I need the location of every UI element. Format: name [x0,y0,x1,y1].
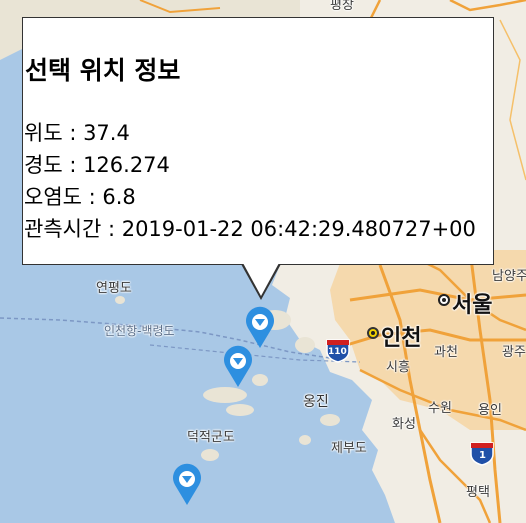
highway-shield-110-label: 110 [328,347,347,357]
sea-route-label: 인천항-백령도 [104,324,175,338]
measurement-marker-1-icon[interactable] [244,306,276,350]
place-label-gwangju: 광주 [502,345,526,360]
measurement-marker-3-icon[interactable] [171,463,203,507]
highway-shield-1-label: 1 [479,450,486,461]
place-label-yongin: 용인 [478,403,502,418]
place-label-gwacheon: 과천 [434,345,458,360]
popup-title: 선택 위치 정보 [25,56,181,85]
measurement-marker-2-icon[interactable] [222,345,254,389]
place-label-namyangju: 남양주 [492,269,526,284]
place-label-incheon: 인천 [381,326,422,351]
place-label-hwaseong: 화성 [392,417,416,432]
place-label-siheung: 시흥 [386,360,410,375]
place-label-yeonpyeongdo: 연평도 [96,281,132,296]
place-label-jebudo: 제부도 [331,441,367,456]
seoul-city-dot [438,294,450,306]
location-info-popup: 선택 위치 정보 위도 : 37.4 경도 : 126.274 오염도 : 6.… [22,17,494,265]
place-label-top: 평창 [330,0,354,13]
popup-observed-time: 관측시간 : 2019-01-22 06:42:29.480727+00 [24,217,476,241]
place-label-pyeongtaek: 평택 [466,485,490,500]
place-label-ongjin: 옹진 [303,394,329,410]
place-label-suwon: 수원 [428,401,452,416]
place-label-deokjeok: 덕적군도 [187,430,235,445]
popup-pollution: 오염도 : 6.8 [24,185,136,209]
popup-longitude: 경도 : 126.274 [24,153,170,177]
incheon-city-dot [367,327,379,339]
popup-latitude: 위도 : 37.4 [24,121,130,145]
popup-pointer-fill [243,263,279,296]
place-label-seoul: 서울 [452,293,493,318]
